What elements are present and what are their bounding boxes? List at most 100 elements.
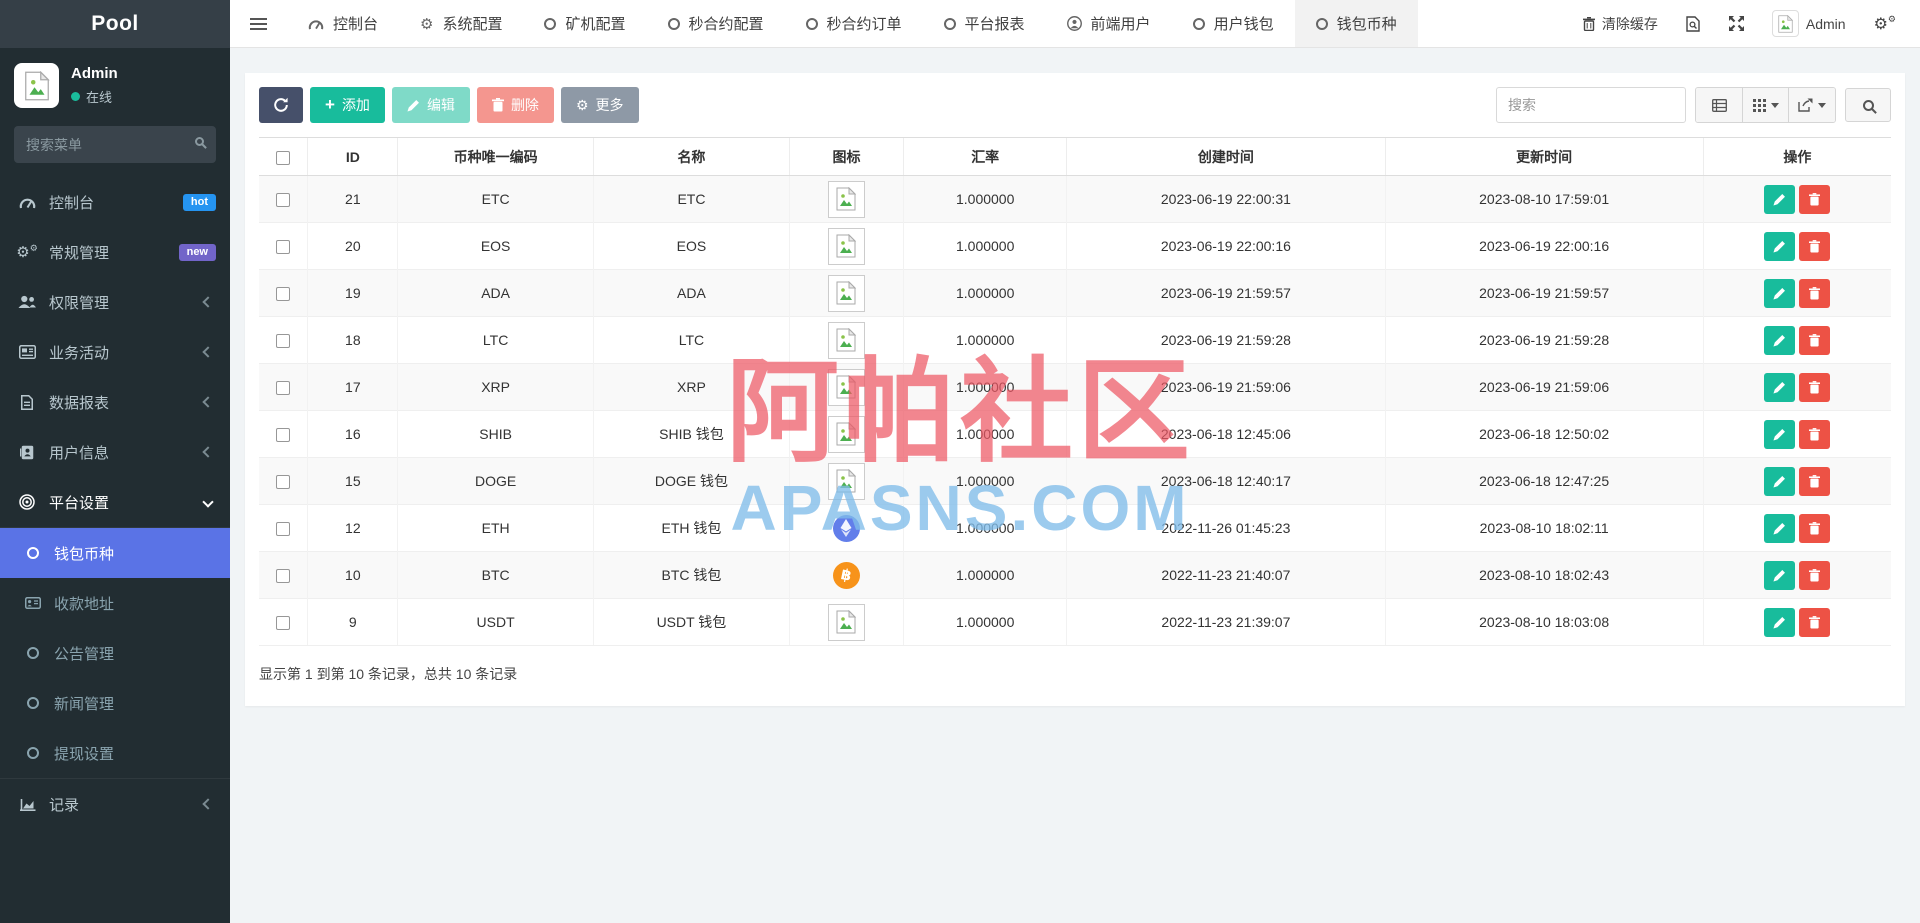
cell-code: EOS: [397, 222, 594, 270]
row-delete-button[interactable]: [1799, 513, 1831, 543]
cell-icon: [788, 175, 904, 223]
advanced-search-button[interactable]: [1845, 88, 1891, 122]
sidebar-item-userinfo[interactable]: 用户信息: [0, 427, 230, 477]
table-search-input[interactable]: [1496, 87, 1686, 123]
broken-image-icon: [827, 603, 865, 641]
row-checkbox[interactable]: [276, 240, 291, 255]
sidebar-item-label: 常规管理: [49, 244, 110, 262]
tab-wallet-currency[interactable]: 钱包币种: [1294, 0, 1418, 47]
sidebar-item-records[interactable]: 记录: [0, 779, 230, 829]
row-delete-button[interactable]: [1799, 372, 1831, 402]
tab-frontend-users[interactable]: 前端用户: [1046, 0, 1172, 47]
row-edit-button[interactable]: [1764, 372, 1796, 402]
export-button[interactable]: [1788, 88, 1835, 122]
row-delete-button[interactable]: [1799, 560, 1831, 590]
tab-dashboard[interactable]: 控制台: [287, 0, 399, 47]
refresh-button[interactable]: [259, 87, 303, 123]
sidebar-item-withdrawal-settings[interactable]: 提现设置: [0, 728, 230, 778]
sidebar-item-permissions[interactable]: 权限管理: [0, 277, 230, 327]
row-checkbox[interactable]: [276, 381, 291, 396]
cell-code: BTC: [397, 551, 594, 599]
toggle-view-button[interactable]: [1696, 88, 1742, 122]
row-delete-button[interactable]: [1799, 419, 1831, 449]
trash-icon: [1809, 239, 1821, 252]
row-delete-button[interactable]: [1799, 466, 1831, 496]
add-button[interactable]: + 添加: [310, 87, 385, 123]
delete-button[interactable]: 删除: [476, 87, 554, 123]
sidebar-item-general[interactable]: ⚙ ⚙ 常规管理 new: [0, 227, 230, 277]
row-delete-button[interactable]: [1799, 607, 1831, 637]
area-chart-icon: [17, 798, 37, 811]
sidebar-toggle-button[interactable]: [230, 0, 287, 47]
row-delete-button[interactable]: [1799, 278, 1831, 308]
sidebar-item-payment-address[interactable]: 收款地址: [0, 578, 230, 628]
sidebar-item-reports[interactable]: 数据报表: [0, 377, 230, 427]
cell-created: 2023-06-19 21:59:06: [1066, 363, 1386, 411]
tab-user-wallets[interactable]: 用户钱包: [1172, 0, 1295, 47]
select-all-checkbox[interactable]: [276, 150, 291, 165]
sidebar-item-news[interactable]: 新闻管理: [0, 678, 230, 728]
circle-icon: [24, 547, 42, 559]
row-checkbox[interactable]: [276, 522, 291, 537]
cell-created: 2023-06-18 12:40:17: [1066, 457, 1386, 505]
header-code: 币种唯一编码: [397, 137, 594, 176]
columns-button[interactable]: [1742, 88, 1788, 122]
search-icon: [195, 137, 204, 146]
sidebar-item-announcements[interactable]: 公告管理: [0, 628, 230, 678]
search-icon: [1862, 99, 1874, 111]
user-menu[interactable]: Admin: [1771, 10, 1846, 37]
tab-platform-reports[interactable]: 平台报表: [923, 0, 1046, 47]
row-checkbox[interactable]: [276, 193, 291, 208]
row-edit-button[interactable]: [1764, 419, 1796, 449]
row-checkbox[interactable]: [276, 287, 291, 302]
row-edit-button[interactable]: [1764, 560, 1796, 590]
broken-image-icon: [827, 227, 865, 265]
row-edit-button[interactable]: [1764, 278, 1796, 308]
log-button[interactable]: [1686, 15, 1701, 32]
row-edit-button[interactable]: [1764, 607, 1796, 637]
tab-seconds-contract-config[interactable]: 秒合约配置: [647, 0, 785, 47]
cell-id: 9: [307, 598, 398, 646]
tab-system-config[interactable]: ⚙ 系统配置: [399, 0, 523, 47]
user-circle-icon: [1066, 16, 1082, 31]
tab-seconds-contract-orders[interactable]: 秒合约订单: [785, 0, 923, 47]
sidebar-item-wallet-currency[interactable]: 钱包币种: [0, 528, 230, 578]
sidebar-item-platform-settings[interactable]: 平台设置: [0, 477, 230, 527]
tab-miner-config[interactable]: 矿机配置: [523, 0, 646, 47]
settings-button[interactable]: ⚙⚙: [1874, 14, 1896, 34]
chevron-left-icon: [202, 446, 214, 458]
clear-cache-label: 清除缓存: [1601, 15, 1658, 32]
menu-search-input[interactable]: [14, 126, 216, 163]
row-edit-button[interactable]: [1764, 231, 1796, 261]
row-edit-button[interactable]: [1764, 513, 1796, 543]
pencil-icon: [1773, 240, 1786, 253]
pencil-icon: [1773, 522, 1786, 535]
row-edit-button[interactable]: [1764, 466, 1796, 496]
clear-cache-button[interactable]: 清除缓存: [1582, 14, 1658, 34]
sidebar-item-label: 用户信息: [49, 444, 110, 462]
more-button[interactable]: ⚙ 更多: [560, 87, 639, 123]
row-checkbox[interactable]: [276, 475, 291, 490]
export-icon: [1798, 98, 1813, 112]
sidebar-item-dashboard[interactable]: 控制台 hot: [0, 177, 230, 227]
row-edit-button[interactable]: [1764, 325, 1796, 355]
row-delete-button[interactable]: [1799, 325, 1831, 355]
header-icon: 图标: [788, 137, 904, 176]
new-badge: new: [178, 243, 216, 261]
trash-icon: [1809, 380, 1821, 393]
cell-name: EOS: [593, 222, 790, 270]
row-delete-button[interactable]: [1799, 184, 1831, 214]
row-checkbox[interactable]: [276, 334, 291, 349]
row-delete-button[interactable]: [1799, 231, 1831, 261]
pencil-icon: [1773, 334, 1786, 347]
row-checkbox[interactable]: [276, 569, 291, 584]
edit-button[interactable]: 编辑: [391, 87, 470, 123]
avatar: [1771, 10, 1799, 37]
row-checkbox[interactable]: [276, 428, 291, 443]
cell-code: LTC: [397, 316, 594, 364]
fullscreen-button[interactable]: [1728, 16, 1744, 31]
sidebar-item-business[interactable]: 业务活动: [0, 327, 230, 377]
row-checkbox[interactable]: [276, 616, 291, 631]
row-edit-button[interactable]: [1764, 184, 1796, 214]
trash-icon: [1809, 474, 1821, 487]
